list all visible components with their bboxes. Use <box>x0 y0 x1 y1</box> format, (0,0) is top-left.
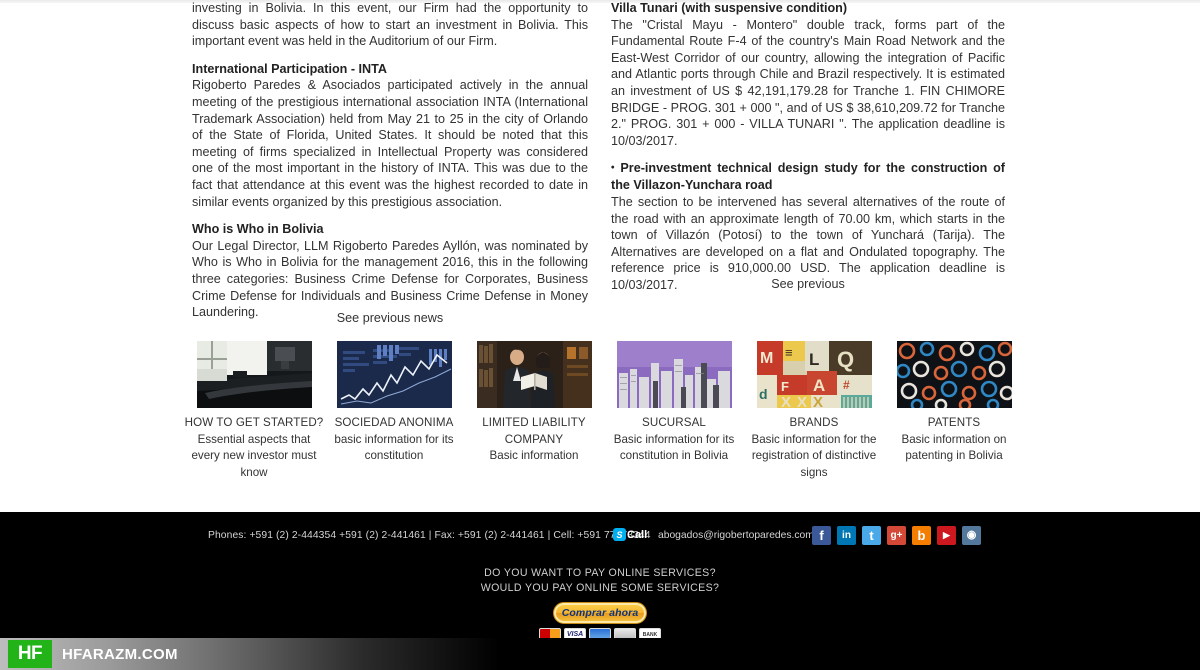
svg-text:A: A <box>813 376 825 395</box>
watermark-site-text-wrap: HFARAZM.COM <box>62 638 178 670</box>
card-description: Basic information for its constitution i… <box>613 432 735 463</box>
card-title: SOCIEDAD ANONIMA <box>334 416 454 429</box>
page-root: investing in Bolivia. In this event, our… <box>0 0 1200 670</box>
abstract-circles-thumbnail[interactable] <box>896 341 1012 408</box>
buy-now-button[interactable]: Comprar ahora <box>553 602 647 624</box>
online-payment-section: DO YOU WANT TO PAY ONLINE SERVICES? WOUL… <box>0 566 1200 641</box>
topic-card[interactable]: M ≡ L Q d F A # X X X BRANDS Basic infor… <box>744 341 884 481</box>
instagram-glyph: ◉ <box>966 529 977 541</box>
card-description: Basic information for the registration o… <box>751 432 877 479</box>
city-skyline-thumbnail[interactable] <box>616 341 732 408</box>
facebook-icon[interactable]: f <box>812 526 831 545</box>
business-people-thumbnail[interactable] <box>476 341 592 408</box>
paragraph-villa-tunari: The "Cristal Mayu - Montero" double trac… <box>611 17 1005 148</box>
card-title: LIMITED LIABILITY COMPANY <box>482 416 586 446</box>
office-interior-thumbnail[interactable] <box>196 341 312 408</box>
skype-icon: S <box>613 528 626 541</box>
svg-text:M: M <box>760 350 773 367</box>
heading-villa-tunari: Villa Tunari (with suspensive condition) <box>611 1 848 15</box>
paragraph-inta: Rigoberto Paredes & Asociados participat… <box>192 78 588 209</box>
card-description: basic information for its constitution <box>334 432 454 463</box>
site-footer: Phones: +591 (2) 2-444354 +591 (2) 2-441… <box>0 512 1200 641</box>
topic-cards-row: HOW TO GET STARTED? Essential aspects th… <box>184 341 1024 481</box>
linkedin-icon[interactable]: in <box>837 526 856 545</box>
skype-call-label: Call <box>627 528 648 541</box>
heading-international-participation: International Participation - INTA <box>192 61 387 76</box>
heading-who-is-who: Who is Who in Bolivia <box>192 222 324 237</box>
heading-villazon-text: Pre-investment technical design study fo… <box>611 161 1006 193</box>
topic-card[interactable]: LIMITED LIABILITY COMPANY Basic informat… <box>464 341 604 481</box>
article-right-column: Villa Tunari (with suspensive condition)… <box>611 0 1005 293</box>
instagram-icon[interactable]: ◉ <box>962 526 981 545</box>
skype-call-button[interactable]: S Call <box>613 528 647 541</box>
card-title: HOW TO GET STARTED? <box>184 416 324 429</box>
hfarazm-logo-text: HF <box>17 643 43 664</box>
blogger-icon[interactable]: b <box>912 526 931 545</box>
linkedin-glyph: in <box>842 529 851 541</box>
paragraph-who-is-who: Our Legal Director, LLM Rigoberto Parede… <box>192 238 588 320</box>
svg-text:≡: ≡ <box>785 345 793 360</box>
card-title: BRANDS <box>789 416 839 429</box>
heading-villazon-yunchara: • Pre-investment technical design study … <box>611 160 1005 194</box>
facebook-glyph: f <box>819 528 824 543</box>
card-description: Essential aspects that every new investo… <box>191 432 317 479</box>
footer-phones: Phones: +591 (2) 2-444354 +591 (2) 2-441… <box>208 530 651 541</box>
svg-text:X: X <box>797 394 807 408</box>
youtube-icon[interactable]: ▶ <box>937 526 956 545</box>
typography-collage-thumbnail[interactable]: M ≡ L Q d F A # X X X <box>756 341 872 408</box>
footer-email-link[interactable]: abogados@rigobertoparedes.com <box>658 530 814 541</box>
google-plus-glyph: g+ <box>890 529 903 541</box>
youtube-glyph: ▶ <box>943 530 950 540</box>
card-description: Basic information <box>489 449 579 463</box>
topic-card[interactable]: SOCIEDAD ANONIMA basic information for i… <box>324 341 464 481</box>
topic-card[interactable]: HOW TO GET STARTED? Essential aspects th… <box>184 341 324 481</box>
bullet-icon: • <box>611 162 615 174</box>
see-previous-news-link[interactable]: See previous news <box>192 311 588 325</box>
card-description: Basic information on patenting in Bolivi… <box>901 432 1007 463</box>
intro-paragraph: investing in Bolivia. In this event, our… <box>192 1 588 49</box>
svg-text:X: X <box>813 394 823 408</box>
svg-text:#: # <box>843 378 850 392</box>
card-title: SUCURSAL <box>642 416 706 429</box>
see-previous-link[interactable]: See previous <box>611 277 1005 291</box>
top-edge-strip <box>0 0 1200 3</box>
twitter-glyph: t <box>869 528 874 543</box>
bank-label: BANK <box>642 631 658 638</box>
stock-chart-thumbnail[interactable] <box>336 341 452 408</box>
social-icons-row: f in t g+ b ▶ ◉ <box>812 526 981 545</box>
twitter-icon[interactable]: t <box>862 526 881 545</box>
topic-card[interactable]: SUCURSAL Basic information for its const… <box>604 341 744 481</box>
visa-label: VISA <box>566 631 584 638</box>
svg-text:X: X <box>781 394 791 408</box>
hfarazm-logo-icon: HF <box>8 640 52 668</box>
pay-question-secondary: WOULD YOU PAY ONLINE SOME SERVICES? <box>480 582 720 594</box>
svg-text:F: F <box>781 379 789 394</box>
watermark-bar: HF HFARAZM.COM <box>0 638 1200 670</box>
card-title: PATENTS <box>927 416 981 429</box>
svg-text:Q: Q <box>837 347 854 372</box>
svg-text:d: d <box>759 386 768 402</box>
svg-text:L: L <box>809 350 819 369</box>
google-plus-icon[interactable]: g+ <box>887 526 906 545</box>
topic-card[interactable]: PATENTS Basic information on patenting i… <box>884 341 1024 481</box>
buy-now-label: Comprar ahora <box>561 607 639 619</box>
pay-question-primary: DO YOU WANT TO PAY ONLINE SERVICES? <box>484 567 716 579</box>
blogger-glyph: b <box>917 528 926 543</box>
watermark-site-text: HFARAZM.COM <box>62 645 178 663</box>
article-left-column: investing in Bolivia. In this event, our… <box>192 0 588 321</box>
